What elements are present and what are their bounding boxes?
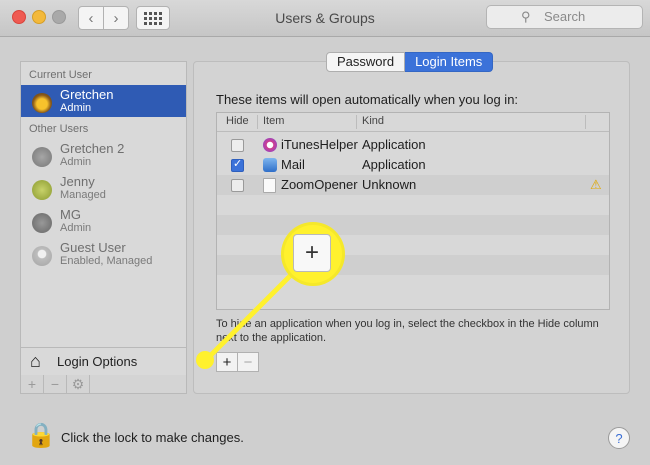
login-options-button[interactable]: ⌂ Login Options (20, 347, 187, 377)
add-login-item-button[interactable]: + (216, 352, 238, 372)
item-kind: Application (362, 137, 426, 152)
table-row-empty (217, 235, 609, 255)
user-row-mg[interactable]: MG Admin (21, 205, 186, 237)
column-header-hide[interactable]: Hide (226, 115, 249, 127)
column-divider (585, 115, 586, 129)
house-icon: ⌂ (30, 351, 41, 371)
itunes-icon (263, 138, 277, 152)
user-name: Gretchen 2 (60, 141, 125, 156)
hide-checkbox[interactable] (231, 139, 244, 152)
warning-icon: ⚠ (590, 177, 602, 192)
table-header: Hide Item Kind (217, 113, 609, 132)
user-name: Jenny (60, 174, 95, 189)
search-icon: ⚲ (521, 9, 531, 24)
avatar (32, 147, 52, 167)
tab-password[interactable]: Password (326, 52, 406, 72)
item-name: ZoomOpener (281, 177, 358, 192)
add-user-button[interactable]: + (21, 375, 44, 393)
hide-hint-text: To hide an application when you log in, … (216, 318, 599, 344)
column-divider (257, 115, 258, 129)
login-options-label: Login Options (57, 354, 138, 369)
login-items-table: Hide Item Kind iTunesHelper Application … (216, 112, 610, 310)
user-name: Guest User (60, 240, 126, 255)
hide-checkbox[interactable] (231, 157, 244, 172)
other-users-label: Other Users (29, 123, 89, 135)
callout-add-button: + (293, 234, 331, 272)
user-row-guest[interactable]: Guest User Enabled, Managed (21, 238, 186, 270)
remove-login-item-button[interactable]: − (238, 352, 259, 372)
column-divider (356, 115, 357, 129)
table-row-empty (217, 215, 609, 235)
user-role: Managed (60, 189, 106, 201)
user-role: Admin (60, 102, 92, 114)
user-role: Admin (60, 222, 92, 234)
help-button[interactable]: ? (608, 427, 630, 449)
login-item-controls: + − (216, 352, 259, 372)
avatar (32, 213, 52, 233)
table-row-empty (217, 255, 609, 275)
search-placeholder: Search (544, 9, 586, 24)
avatar (32, 246, 52, 266)
lock-icon[interactable]: 🔒 (26, 421, 56, 450)
item-name: iTunesHelper (281, 137, 358, 152)
users-sidebar: Current User Gretchen Admin Other Users … (20, 61, 187, 350)
gear-icon: ⚙ (71, 375, 85, 392)
user-name: Gretchen (60, 87, 114, 102)
item-name: Mail (281, 157, 305, 172)
table-row-empty (217, 195, 609, 215)
tab-bar: Password Login Items (326, 52, 494, 72)
callout-magnifier: + (284, 225, 342, 283)
mail-icon (263, 158, 277, 172)
remove-user-button[interactable]: − (44, 375, 67, 393)
table-row[interactable]: ZoomOpener Unknown ⚠ (217, 175, 609, 195)
user-row-gretchen[interactable]: Gretchen Admin (21, 85, 186, 117)
document-icon (263, 178, 276, 193)
user-role: Enabled, Managed (60, 255, 153, 267)
user-row-gretchen-2[interactable]: Gretchen 2 Admin (21, 139, 186, 171)
user-name: MG (60, 207, 81, 222)
login-items-intro: These items will open automatically when… (216, 92, 519, 107)
user-role: Admin (60, 156, 92, 168)
hide-checkbox[interactable] (231, 179, 244, 192)
avatar (32, 93, 52, 113)
avatar (32, 180, 52, 200)
table-row-empty (217, 275, 609, 295)
sidebar-controls: + − ⚙ (20, 375, 187, 394)
user-row-jenny[interactable]: Jenny Managed (21, 172, 186, 204)
item-kind: Application (362, 157, 426, 172)
column-header-kind[interactable]: Kind (362, 115, 384, 127)
title-bar: ‹ › Users & Groups ⚲ Search (0, 0, 650, 37)
item-kind: Unknown (362, 177, 417, 192)
search-field[interactable]: ⚲ Search (486, 5, 643, 29)
tab-login-items[interactable]: Login Items (405, 52, 494, 72)
current-user-label: Current User (29, 69, 92, 81)
users-groups-window: ‹ › Users & Groups ⚲ Search Current User… (0, 0, 650, 465)
table-row[interactable]: iTunesHelper Application (217, 135, 609, 155)
user-actions-button[interactable]: ⚙ (67, 375, 90, 393)
table-row[interactable]: Mail Application (217, 155, 609, 175)
column-header-item[interactable]: Item (263, 115, 284, 127)
lock-text: Click the lock to make changes. (61, 430, 244, 445)
